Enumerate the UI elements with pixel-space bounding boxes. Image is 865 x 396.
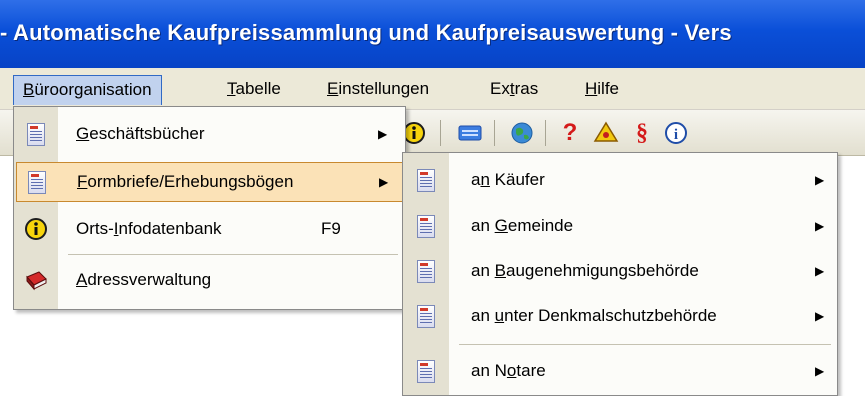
- info-icon: [24, 217, 48, 241]
- menu-item-label: an unter Denkmalschutzbehörde: [471, 306, 717, 325]
- menu-label-accel: T: [227, 79, 236, 98]
- menu-item-label: an Baugenehmigungsbehörde: [471, 261, 699, 280]
- menu-item-formbriefe[interactable]: Formbriefe/Erhebungsbögen ▶: [16, 162, 403, 202]
- menu-item-label: Formbriefe/Erhebungsbögen: [77, 172, 294, 191]
- menu-extras[interactable]: Extras: [481, 75, 547, 105]
- document-icon: [414, 168, 438, 192]
- submenu-arrow-icon: ▶: [379, 175, 389, 189]
- globe-icon[interactable]: [508, 119, 536, 147]
- submenu-arrow-icon: ▶: [815, 219, 825, 233]
- document-icon: [414, 359, 438, 383]
- menu-item-geschaeftsbuecher[interactable]: Geschäftsbücher ▶: [14, 114, 405, 154]
- menu-separator: [459, 344, 831, 345]
- menu-label-accel: H: [585, 79, 598, 98]
- menu-item-label: Geschäftsbücher: [76, 124, 205, 143]
- menu-label-post: ras: [514, 79, 539, 98]
- keyboard-icon[interactable]: [456, 119, 484, 147]
- submenu-arrow-icon: ▶: [815, 309, 825, 323]
- toolbar-separator: [440, 120, 441, 146]
- menu-bar: Büroorganisation Tabelle Einstellungen E…: [0, 68, 865, 110]
- about-glyph: i: [674, 127, 678, 143]
- menu-item-label: an Gemeinde: [471, 216, 574, 235]
- help-icon[interactable]: ?: [556, 119, 584, 147]
- menu-label-pre: Ex: [490, 79, 510, 98]
- menu-label-post: abelle: [235, 79, 281, 98]
- paragraph-icon[interactable]: §: [628, 119, 656, 147]
- menu-item-label: Adressverwaltung: [76, 270, 212, 289]
- document-icon: [414, 304, 438, 328]
- menu-separator: [68, 254, 398, 255]
- menu-hilfe[interactable]: Hilfe: [576, 75, 628, 105]
- submenu-arrow-icon: ▶: [378, 127, 388, 141]
- menu-tabelle[interactable]: Tabelle: [218, 75, 290, 105]
- submenu-arrow-icon: ▶: [815, 264, 825, 278]
- menu-item-an-baugenehmigungsbehoerde[interactable]: an Baugenehmigungsbehörde ▶: [403, 251, 837, 291]
- menu-item-an-gemeinde[interactable]: an Gemeinde ▶: [403, 206, 837, 246]
- menu-item-label: Orts-Infodatenbank: [76, 219, 222, 238]
- law-icon[interactable]: [592, 119, 620, 147]
- document-icon: [414, 214, 438, 238]
- submenu-formbriefe: an Käufer ▶ an Gemeinde ▶ an Baugenehmig…: [402, 152, 838, 396]
- dropdown-bueroorganisation: Geschäftsbücher ▶ Formbriefe/Erhebungsbö…: [13, 106, 406, 310]
- toolbar-separator: [545, 120, 546, 146]
- address-book-icon: [24, 268, 48, 292]
- menu-bueroorganisation[interactable]: Büroorganisation: [13, 75, 162, 105]
- shortcut-label: F9: [321, 219, 341, 238]
- help-glyph: ?: [562, 119, 578, 146]
- menu-item-adressverwaltung[interactable]: Adressverwaltung: [14, 260, 405, 300]
- menu-einstellungen[interactable]: Einstellungen: [318, 75, 438, 105]
- toolbar-separator: [494, 120, 495, 146]
- menu-item-an-denkmalschutzbehoerde[interactable]: an unter Denkmalschutzbehörde ▶: [403, 296, 837, 336]
- document-icon: [24, 122, 48, 146]
- menu-label-accel: B: [23, 80, 35, 99]
- menu-item-label: an Notare: [471, 361, 546, 380]
- title-bar: - Automatische Kaufpreissammlung und Kau…: [0, 0, 865, 68]
- menu-item-label: an Käufer: [471, 170, 545, 189]
- menu-item-an-notare[interactable]: an Notare ▶: [403, 351, 837, 391]
- window-title: - Automatische Kaufpreissammlung und Kau…: [0, 20, 732, 45]
- menu-item-an-kaeufer[interactable]: an Käufer ▶: [403, 160, 837, 200]
- menu-item-orts-infodatenbank[interactable]: Orts-Infodatenbank F9: [14, 209, 405, 249]
- about-icon[interactable]: i: [662, 119, 690, 147]
- menu-label-post: üroorganisation: [34, 80, 152, 99]
- submenu-arrow-icon: ▶: [815, 364, 825, 378]
- submenu-arrow-icon: ▶: [815, 173, 825, 187]
- paragraph-glyph: §: [636, 119, 648, 146]
- document-icon: [25, 170, 49, 194]
- menu-label-post: ilfe: [597, 79, 620, 98]
- document-icon: [414, 259, 438, 283]
- menu-label-post: instellungen: [338, 79, 430, 98]
- menu-label-accel: E: [327, 79, 339, 98]
